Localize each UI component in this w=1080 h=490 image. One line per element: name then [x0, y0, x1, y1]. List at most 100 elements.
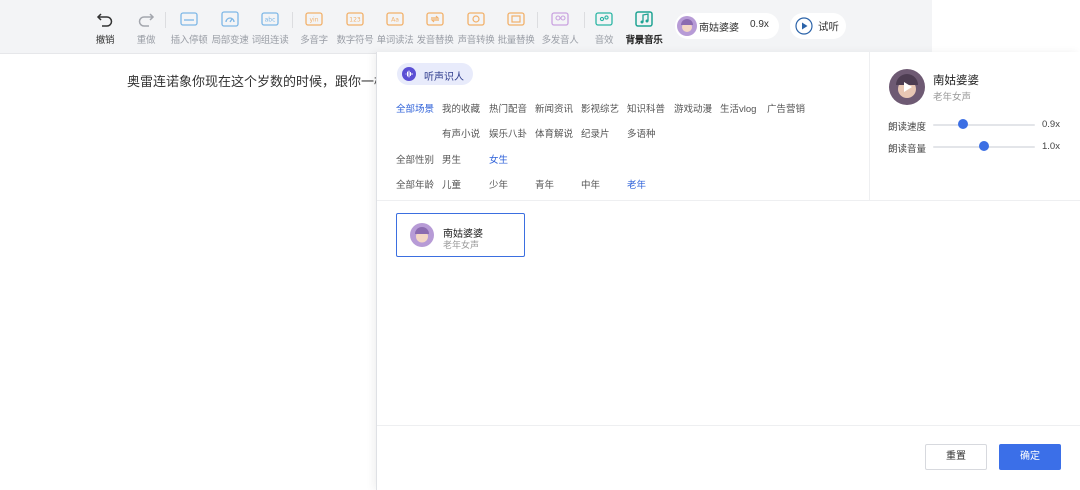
svg-text:Aa: Aa: [391, 17, 399, 24]
filter-gender-male[interactable]: 男生: [442, 152, 461, 166]
volume-slider-handle[interactable]: [979, 141, 989, 151]
batch-replace-icon: [507, 12, 525, 26]
undo-icon: [96, 13, 113, 27]
volume-label: 朗读音量: [888, 144, 927, 155]
undo-button[interactable]: 撤销: [83, 9, 127, 46]
word-reading-button[interactable]: Aa 单词读法: [373, 9, 417, 46]
footer-divider: [377, 425, 1080, 426]
polyphone-button[interactable]: yin 多音字: [292, 9, 336, 46]
undo-label: 撤销: [95, 35, 115, 46]
filter-scene[interactable]: 有声小说: [442, 126, 480, 140]
word-link-button[interactable]: abc 词组连读: [248, 9, 292, 46]
pinyin-icon: yin: [305, 12, 323, 26]
voice-card[interactable]: 南姑婆婆 老年女声: [396, 213, 525, 257]
editor-text[interactable]: 奥雷连诺象你现在这个岁数的时候，跟你一模: [127, 71, 387, 90]
preview-label: 试听: [818, 21, 839, 33]
filter-scene[interactable]: 体育解说: [535, 126, 573, 140]
selected-voice-name: 南姑婆婆: [933, 75, 979, 87]
filter-scene[interactable]: 游戏动漫: [674, 101, 712, 115]
panel-divider: [869, 52, 870, 200]
sound-effect-button[interactable]: 音效: [582, 9, 626, 46]
avatar: [677, 16, 697, 36]
voice-selection-panel: 听声识人 全部场景 我的收藏 热门配音 新闻资讯 影视综艺 知识科普 游戏动漫 …: [376, 52, 1080, 490]
filter-age[interactable]: 青年: [535, 177, 554, 191]
word-reading-label: 单词读法: [376, 35, 414, 46]
speed-slider-track[interactable]: [933, 124, 1035, 126]
current-voice-chip[interactable]: 南姑婆婆 0.9x: [675, 13, 779, 39]
speed-label: 朗读速度: [888, 122, 927, 133]
selected-voice-desc: 老年女声: [933, 92, 972, 103]
multi-speaker-button[interactable]: 多发音人: [538, 9, 582, 46]
word-link-label: 词组连读: [251, 35, 289, 46]
abc-icon: abc: [261, 12, 279, 26]
batch-replace-label: 批量替换: [497, 35, 535, 46]
filter-scene[interactable]: 我的收藏: [442, 101, 480, 115]
panel-divider: [377, 200, 1080, 201]
svg-text:abc: abc: [265, 17, 276, 24]
waveform-icon: [402, 67, 416, 81]
reset-button[interactable]: 重置: [925, 444, 987, 470]
number-icon: 123: [346, 12, 364, 26]
preview-button[interactable]: 试听: [790, 13, 846, 39]
filter-age[interactable]: 儿童: [442, 177, 461, 191]
toolbar: 撤销 重做 插入停顿 局部变速 abc 词组连读 yin 多音字 123 数字符…: [0, 0, 932, 54]
filter-all-scenes[interactable]: 全部场景: [396, 101, 434, 115]
svg-text:yin: yin: [309, 17, 318, 24]
multi-speaker-icon: [551, 12, 569, 26]
redo-button[interactable]: 重做: [124, 9, 168, 46]
speed-value: 0.9x: [1042, 119, 1060, 130]
svg-text:123: 123: [349, 17, 361, 24]
avatar: [410, 223, 434, 247]
play-icon: [795, 17, 813, 35]
music-note-icon: [635, 11, 653, 27]
insert-pause-icon: [180, 12, 198, 26]
multi-speaker-label: 多发音人: [541, 35, 579, 46]
filter-scene[interactable]: 新闻资讯: [535, 101, 573, 115]
insert-pause-button[interactable]: 插入停顿: [167, 9, 211, 46]
filter-scene[interactable]: 影视综艺: [581, 101, 619, 115]
number-symbol-button[interactable]: 123 数字符号: [333, 9, 377, 46]
bg-music-button[interactable]: 背景音乐: [622, 9, 666, 46]
voice-convert-button[interactable]: 声音转换: [454, 9, 498, 46]
avatar[interactable]: [889, 69, 925, 105]
letters-icon: Aa: [386, 12, 404, 26]
speed-gauge-icon: [221, 11, 239, 27]
voice-card-desc: 老年女声: [443, 240, 480, 250]
voice-convert-icon: [467, 12, 485, 26]
filter-age[interactable]: 中年: [581, 177, 600, 191]
filter-age[interactable]: 少年: [489, 177, 508, 191]
filter-all-genders[interactable]: 全部性别: [396, 152, 434, 166]
number-symbol-label: 数字符号: [336, 35, 374, 46]
redo-label: 重做: [136, 35, 156, 46]
sound-effect-label: 音效: [594, 35, 614, 46]
filter-scene[interactable]: 热门配音: [489, 101, 527, 115]
filter-scene[interactable]: 娱乐八卦: [489, 126, 527, 140]
filter-age-selected[interactable]: 老年: [627, 177, 646, 191]
filter-scene[interactable]: 纪录片: [581, 126, 610, 140]
voice-recognition-tag[interactable]: 听声识人: [397, 63, 473, 85]
batch-replace-button[interactable]: 批量替换: [494, 9, 538, 46]
confirm-button[interactable]: 确定: [999, 444, 1061, 470]
volume-value: 1.0x: [1042, 141, 1060, 152]
speed-slider-handle[interactable]: [957, 119, 968, 129]
toolbar-divider: [165, 12, 166, 28]
bg-music-label: 背景音乐: [625, 35, 663, 46]
filter-gender-female[interactable]: 女生: [489, 152, 508, 166]
filter-scene[interactable]: 生活vlog: [720, 101, 756, 115]
polyphone-label: 多音字: [300, 35, 328, 46]
replace-icon: [426, 12, 444, 26]
voice-recognition-label: 听声识人: [424, 72, 464, 83]
redo-icon: [138, 13, 155, 27]
pronunciation-replace-label: 发音替换: [416, 35, 454, 46]
insert-pause-label: 插入停顿: [170, 35, 208, 46]
current-voice-name: 南姑婆婆: [699, 23, 739, 34]
current-voice-speed: 0.9x: [750, 19, 769, 30]
filter-scene[interactable]: 知识科普: [627, 101, 665, 115]
local-speed-button[interactable]: 局部变速: [208, 9, 252, 46]
filter-all-ages[interactable]: 全部年龄: [396, 177, 434, 191]
pronunciation-replace-button[interactable]: 发音替换: [413, 9, 457, 46]
filter-scene[interactable]: 多语种: [627, 126, 656, 140]
filter-scene[interactable]: 广告营销: [767, 101, 805, 115]
sound-effect-icon: [595, 12, 613, 26]
local-speed-label: 局部变速: [211, 35, 249, 46]
